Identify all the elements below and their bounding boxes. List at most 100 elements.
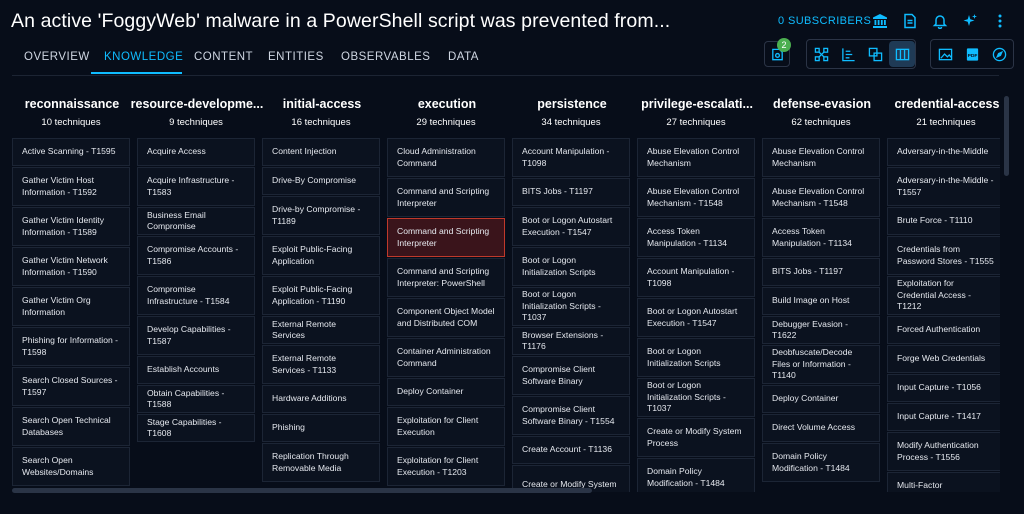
technique-cell[interactable]: Search Closed Sources - T1597 <box>12 367 130 406</box>
technique-cell[interactable]: Cloud Administration Command <box>387 138 505 177</box>
technique-cell[interactable]: Exploit Public-Facing Application <box>262 236 380 275</box>
timeline-view-icon[interactable] <box>835 41 861 67</box>
horizontal-scrollbar[interactable] <box>12 488 592 493</box>
technique-cell[interactable]: Compromise Accounts - T1586 <box>137 236 255 275</box>
technique-cell[interactable]: Drive-by Compromise - T1189 <box>262 196 380 235</box>
technique-cell[interactable]: Acquire Access <box>137 138 255 166</box>
technique-cell[interactable]: Access Token Manipulation - T1134 <box>762 218 880 257</box>
technique-label: Gather Victim Identity Information - T15… <box>22 215 104 237</box>
technique-cell[interactable]: Boot or Logon Initialization Scripts - T… <box>512 287 630 326</box>
technique-label: Stage Capabilities - T1608 <box>147 416 222 439</box>
tab-knowledge[interactable]: KNOWLEDGE <box>104 51 183 63</box>
technique-cell[interactable]: Business Email Compromise <box>137 207 255 235</box>
technique-cell[interactable]: Obtain Capabilities - T1588 <box>137 385 255 413</box>
technique-cell[interactable]: Credentials from Password Stores - T1555 <box>887 236 1000 275</box>
technique-cell[interactable]: Active Scanning - T1595 <box>12 138 130 166</box>
technique-cell[interactable]: Abuse Elevation Control Mechanism <box>637 138 755 177</box>
technique-cell[interactable]: Boot or Logon Autostart Execution - T154… <box>512 207 630 246</box>
technique-cell[interactable]: Abuse Elevation Control Mechanism <box>762 138 880 177</box>
technique-cell[interactable]: Develop Capabilities - T1587 <box>137 316 255 355</box>
technique-cell[interactable]: Search Open Technical Databases <box>12 407 130 446</box>
technique-cell[interactable]: Adversary-in-the-Middle <box>887 138 1000 166</box>
technique-cell-selected[interactable]: Command and Scripting Interpreter <box>387 218 505 257</box>
image-export-icon[interactable] <box>932 41 958 67</box>
bank-icon[interactable] <box>867 8 893 34</box>
matrix-view-icon[interactable] <box>889 41 915 67</box>
bell-icon[interactable] <box>927 8 953 34</box>
technique-cell[interactable]: Deploy Container <box>762 385 880 413</box>
technique-cell[interactable]: Create or Modify System Process <box>637 418 755 457</box>
technique-cell[interactable]: Account Manipulation - T1098 <box>637 258 755 297</box>
correlation-view-icon[interactable] <box>862 41 888 67</box>
technique-cell[interactable]: Deobfuscate/Decode Files or Information … <box>762 345 880 384</box>
technique-cell[interactable]: Gather Victim Network Information - T159… <box>12 247 130 286</box>
technique-cell[interactable]: Exploit Public-Facing Application - T119… <box>262 276 380 315</box>
technique-cell[interactable]: Build Image on Host <box>762 287 880 315</box>
technique-cell[interactable]: Abuse Elevation Control Mechanism - T154… <box>637 178 755 217</box>
sparkle-icon[interactable] <box>957 8 983 34</box>
technique-cell[interactable]: Account Manipulation - T1098 <box>512 138 630 177</box>
technique-cell[interactable]: Domain Policy Modification - T1484 <box>637 458 755 492</box>
technique-cell[interactable]: Browser Extensions - T1176 <box>512 327 630 355</box>
technique-cell[interactable]: Adversary-in-the-Middle - T1557 <box>887 167 1000 206</box>
technique-cell[interactable]: Container Administration Command <box>387 338 505 377</box>
technique-cell[interactable]: Input Capture - T1056 <box>887 374 1000 402</box>
technique-cell[interactable]: Modify Authentication Process - T1556 <box>887 432 1000 471</box>
technique-cell[interactable]: Gather Victim Identity Information - T15… <box>12 207 130 246</box>
technique-cell[interactable]: Compromise Client Software Binary - T155… <box>512 396 630 435</box>
technique-cell[interactable]: Drive-By Compromise <box>262 167 380 195</box>
technique-cell[interactable]: Boot or Logon Initialization Scripts <box>637 338 755 377</box>
more-vertical-icon[interactable] <box>987 8 1013 34</box>
pdf-export-icon[interactable]: PDF <box>959 41 985 67</box>
compass-icon[interactable] <box>986 41 1012 67</box>
technique-cell[interactable]: External Remote Services - T1133 <box>262 345 380 384</box>
vertical-scrollbar[interactable] <box>1004 96 1009 176</box>
technique-cell[interactable]: Content Injection <box>262 138 380 166</box>
subscribers-button[interactable]: 0 SUBSCRIBERS <box>778 15 871 27</box>
technique-cell[interactable]: Abuse Elevation Control Mechanism - T154… <box>762 178 880 217</box>
technique-cell[interactable]: Input Capture - T1417 <box>887 403 1000 431</box>
technique-cell[interactable]: Compromise Infrastructure - T1584 <box>137 276 255 315</box>
technique-cell[interactable]: Forced Authentication <box>887 316 1000 344</box>
graph-view-icon[interactable] <box>808 41 834 67</box>
tab-overview[interactable]: OVERVIEW <box>24 51 90 63</box>
technique-cell[interactable]: Exploitation for Client Execution - T120… <box>387 447 505 486</box>
technique-cell[interactable]: Exploitation for Credential Access - T12… <box>887 276 1000 315</box>
technique-cell[interactable]: Component Object Model and Distributed C… <box>387 298 505 337</box>
technique-cell[interactable]: Gather Victim Org Information <box>12 287 130 326</box>
technique-cell[interactable]: Command and Scripting Interpreter <box>387 178 505 217</box>
technique-cell[interactable]: External Remote Services <box>262 316 380 344</box>
technique-cell[interactable]: Direct Volume Access <box>762 414 880 442</box>
technique-cell[interactable]: Access Token Manipulation - T1134 <box>637 218 755 257</box>
tab-entities[interactable]: ENTITIES <box>268 51 324 63</box>
technique-cell[interactable]: Compromise Client Software Binary <box>512 356 630 395</box>
technique-cell[interactable]: Establish Accounts <box>137 356 255 384</box>
technique-cell[interactable]: Replication Through Removable Media <box>262 443 380 482</box>
technique-cell[interactable]: Boot or Logon Initialization Scripts <box>512 247 630 286</box>
technique-cell[interactable]: Debugger Evasion - T1622 <box>762 316 880 344</box>
technique-cell[interactable]: Search Open Websites/Domains <box>12 447 130 486</box>
technique-cell[interactable]: Stage Capabilities - T1608 <box>137 414 255 442</box>
tab-content[interactable]: CONTENT <box>194 51 253 63</box>
technique-cell[interactable]: Gather Victim Host Information - T1592 <box>12 167 130 206</box>
technique-cell[interactable]: Acquire Infrastructure - T1583 <box>137 167 255 206</box>
technique-cell[interactable]: BITS Jobs - T1197 <box>762 258 880 286</box>
technique-cell[interactable]: Phishing <box>262 414 380 442</box>
technique-cell[interactable]: Create Account - T1136 <box>512 436 630 464</box>
technique-cell[interactable]: Deploy Container <box>387 378 505 406</box>
technique-cell[interactable]: Command and Scripting Interpreter: Power… <box>387 258 505 297</box>
tab-data[interactable]: DATA <box>448 51 479 63</box>
tab-observables[interactable]: OBSERVABLES <box>341 51 430 63</box>
technique-cell[interactable]: BITS Jobs - T1197 <box>512 178 630 206</box>
technique-cell[interactable]: Domain Policy Modification - T1484 <box>762 443 880 482</box>
technique-cell[interactable]: Forge Web Credentials <box>887 345 1000 373</box>
technique-cell[interactable]: Multi-Factor Authentication <box>887 472 1000 492</box>
technique-cell[interactable]: Phishing for Information - T1598 <box>12 327 130 366</box>
technique-cell[interactable]: Boot or Logon Autostart Execution - T154… <box>637 298 755 337</box>
technique-cell[interactable]: Brute Force - T1110 <box>887 207 1000 235</box>
technique-cell[interactable]: Exploitation for Client Execution <box>387 407 505 446</box>
technique-label: Access Token Manipulation - T1134 <box>647 226 727 248</box>
technique-cell[interactable]: Hardware Additions <box>262 385 380 413</box>
technique-cell[interactable]: Boot or Logon Initialization Scripts - T… <box>637 378 755 417</box>
document-export-icon[interactable] <box>897 8 923 34</box>
